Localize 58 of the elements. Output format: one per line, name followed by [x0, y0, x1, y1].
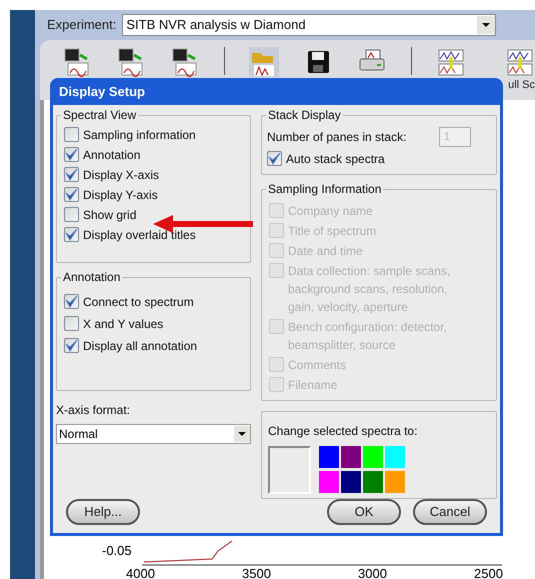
color-swatch[interactable] [341, 471, 361, 493]
color-swatch[interactable] [363, 471, 383, 493]
spectrum-icon[interactable] [505, 47, 535, 77]
checkbox[interactable] [64, 127, 79, 142]
experiment-dropdown[interactable]: SITB NVR analysis w Diamond [122, 14, 496, 36]
checkbox[interactable] [64, 167, 79, 182]
checkbox-label: Title of spectrum [288, 223, 376, 240]
checkbox-label: Display Y-axis [83, 187, 158, 204]
checkbox-label: X and Y values [83, 316, 164, 333]
group-title: Sampling Information [266, 181, 384, 197]
axis-label: 3000 [358, 564, 387, 579]
dialog-button[interactable]: Cancel [413, 499, 487, 525]
x-axis-format-dropdown[interactable]: Normal [56, 424, 251, 444]
dialog-title: Display Setup [58, 82, 146, 101]
checkbox-label: Sampling information [83, 127, 196, 144]
checkbox-label: Filename [288, 377, 338, 394]
checkbox-label: Data collection: sample scans, background scans, resolution, gain, velocity, aperture [288, 263, 450, 316]
x-axis-format-label: X-axis format: [56, 402, 132, 419]
current-color-swatch [268, 446, 311, 494]
experiment-label: Experiment: [47, 16, 116, 34]
axis-label: 2500 [474, 564, 503, 579]
checkbox-label: Bench configuration: detector, beamsplitter, source [288, 319, 447, 354]
checkbox-label: Company name [288, 203, 373, 220]
dialog-button[interactable]: OK [327, 499, 401, 525]
checkbox-label: Display all annotation [83, 338, 198, 355]
group-title: Stack Display [266, 107, 343, 123]
checkbox[interactable] [64, 187, 79, 202]
axis-label: 3500 [242, 564, 271, 579]
checkbox-label: Annotation [83, 147, 140, 164]
checkbox-label: Connect to spectrum [83, 294, 194, 311]
spectrum-icon[interactable] [436, 47, 466, 77]
toolbar-label: ull Sc [508, 78, 535, 93]
color-swatch[interactable] [319, 471, 339, 493]
checkbox[interactable] [64, 227, 79, 242]
color-change-label: Change selected spectra to: [268, 423, 418, 440]
axis-label: -0.05 [102, 542, 132, 560]
checkbox-label: Display X-axis [83, 167, 160, 184]
color-swatch[interactable] [385, 471, 405, 493]
checkbox-label: Date and time [288, 243, 363, 260]
group-title: Spectral View [61, 107, 138, 123]
checkbox[interactable] [64, 338, 79, 353]
color-swatch[interactable] [319, 446, 339, 468]
color-swatch[interactable] [385, 446, 405, 468]
checkbox-label: Display overlaid titles [83, 227, 196, 244]
checkbox-label: Show grid [83, 207, 136, 224]
checkbox[interactable] [267, 151, 282, 166]
folder-icon[interactable] [249, 47, 279, 77]
color-swatch[interactable] [341, 446, 361, 468]
dialog-button[interactable]: Help... [66, 499, 140, 525]
axis-label: 4000 [126, 564, 155, 579]
checkbox[interactable] [64, 147, 79, 162]
panes-label: Number of panes in stack: [267, 129, 406, 146]
checkbox-label: Comments [288, 357, 346, 374]
color-swatch[interactable] [363, 446, 383, 468]
checkbox[interactable] [64, 294, 79, 309]
checkbox[interactable] [64, 316, 79, 331]
checkbox-label: Auto stack spectra [286, 151, 385, 168]
checkbox[interactable] [64, 207, 79, 222]
